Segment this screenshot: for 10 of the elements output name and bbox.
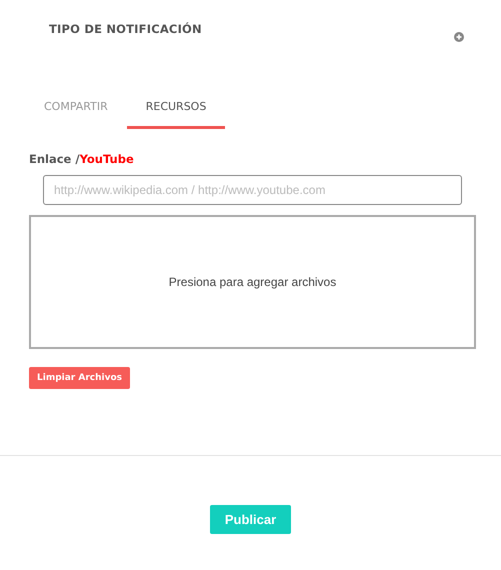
field-label: Enlace /	[29, 152, 80, 166]
clear-files-button[interactable]: Limpiar Archivos	[29, 367, 130, 389]
file-dropzone[interactable]: Presiona para agregar archivos	[29, 215, 476, 349]
url-input-field[interactable]: http://www.wikipedia.com / http://www.youtube.com	[43, 175, 462, 205]
tab[interactable]: RECURSOS	[126, 90, 226, 129]
tab[interactable]: COMPARTIR	[25, 90, 127, 129]
section-title: TIPO DE NOTIFICACIÓN	[49, 22, 202, 36]
youtube-link[interactable]: YouTube	[80, 152, 134, 166]
dropzone-text: Presiona para agregar archivos	[168, 275, 336, 289]
add-icon[interactable]	[454, 32, 464, 42]
